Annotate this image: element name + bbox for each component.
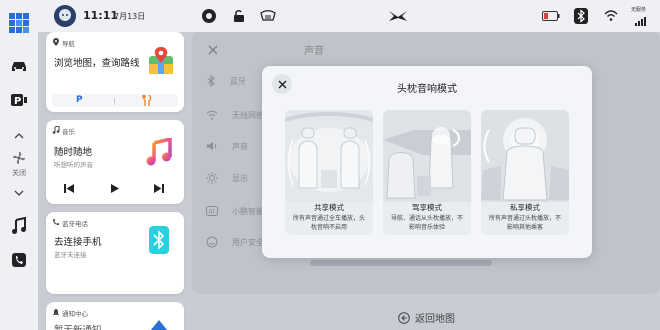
shared-mode-seats-image	[285, 110, 373, 202]
settings-row-label: 用户安全	[232, 237, 264, 247]
option-name: 私享模式	[510, 203, 540, 212]
notification-headline: 暂无新通知	[54, 322, 102, 330]
music-headline: 随时随地	[54, 147, 93, 158]
music-note-icon[interactable]	[9, 216, 29, 236]
option-description: 所有声音通过头枕播放，不影响其他乘客	[488, 215, 561, 231]
phone-icon[interactable]	[9, 250, 29, 270]
card-title: 导航	[62, 40, 75, 48]
settings-row-display[interactable]: 显示	[206, 171, 248, 185]
navigation-card[interactable]: 导航 浏览地图，查询路线 P	[46, 32, 184, 112]
settings-row-bluetooth[interactable]: 蓝牙	[206, 74, 246, 88]
card-title: 音乐	[62, 128, 75, 136]
clock-date: 7月13日	[114, 12, 146, 21]
settings-row-sound[interactable]: 声音	[206, 139, 248, 153]
next-track-icon[interactable]	[154, 184, 164, 193]
svg-text:AI: AI	[209, 209, 215, 216]
card-title: 蓝牙电话	[62, 220, 88, 228]
app-grid-icon[interactable]	[8, 12, 30, 34]
avatar[interactable]	[54, 5, 76, 27]
music-subtitle: 听想听的声音	[54, 161, 93, 169]
play-icon[interactable]	[110, 184, 119, 193]
driver-mode-seats-image	[383, 110, 471, 202]
card-title: 通知中心	[62, 310, 88, 318]
bell-icon	[53, 309, 59, 315]
option-description: 导航、通话从头枕播放，不影响音乐体验	[390, 215, 463, 231]
previous-track-icon[interactable]	[64, 184, 74, 193]
bluetooth-icon	[207, 75, 215, 87]
phone-subtitle: 蓝牙未连接	[54, 251, 87, 259]
ai-icon: AI	[206, 206, 218, 216]
parking-icon[interactable]: P	[9, 90, 29, 110]
speaker-icon	[207, 142, 217, 150]
location-pin-icon	[53, 38, 59, 46]
restaurant-icon[interactable]	[142, 95, 152, 106]
private-mode-option[interactable]: 私享模式 所有声音通过头枕播放，不影响其他乘客	[481, 110, 569, 235]
notification-app-icon	[150, 320, 168, 330]
settings-row-wifi[interactable]: 无线网络	[206, 108, 264, 122]
parking-button[interactable]: P	[76, 95, 83, 105]
panel-title: 声音	[304, 46, 324, 57]
phone-headline: 去连接手机	[54, 237, 102, 248]
fan-status-label: 关闭	[12, 169, 26, 177]
status-bar: 11:11 7月13日 无服务	[38, 0, 660, 32]
widget-column: 导航 浏览地图，查询路线 P 音乐 随时随地 听想听的声音 蓝牙电话 去连接手机…	[46, 32, 184, 330]
option-description: 所有声音通过全车播放，头枕音响不启用	[292, 215, 365, 231]
driver-status-icon[interactable]	[201, 8, 217, 24]
music-app-icon	[146, 138, 172, 166]
chevron-down-icon[interactable]	[9, 183, 29, 203]
svg-text:P: P	[14, 96, 21, 107]
dialog-title: 头枕音响模式	[397, 84, 457, 95]
music-note-small-icon	[52, 126, 60, 134]
option-name: 驾享模式	[412, 203, 442, 212]
settings-row-label: 蓝牙	[230, 76, 246, 86]
close-icon[interactable]	[206, 43, 220, 57]
back-arrow-icon	[398, 311, 410, 324]
defrost-icon[interactable]	[260, 8, 276, 24]
smile-icon	[206, 236, 218, 248]
map-app-icon	[149, 47, 173, 74]
brightness-icon	[206, 172, 218, 184]
settings-row-label: 声音	[232, 141, 248, 151]
settings-row-label: 小鹏智能	[232, 206, 264, 216]
option-name: 共享模式	[314, 203, 344, 212]
wifi-icon	[206, 110, 218, 120]
chevron-up-icon[interactable]	[9, 126, 29, 146]
music-card[interactable]: 音乐 随时随地 听想听的声音	[46, 120, 184, 204]
signal-icon	[633, 13, 649, 29]
phone-small-icon	[53, 219, 59, 225]
settings-row-ai[interactable]: AI 小鹏智能	[206, 204, 264, 218]
driver-mode-option[interactable]: 驾享模式 导航、通话从头枕播放，不影响音乐体验	[383, 110, 471, 235]
divider	[114, 98, 115, 105]
network-status-label: 无服务	[631, 7, 647, 13]
car-icon[interactable]	[9, 56, 29, 76]
brand-logo-icon	[387, 8, 409, 24]
fan-icon[interactable]	[9, 148, 29, 168]
bluetooth-app-icon	[149, 226, 169, 254]
back-to-map-label: 返回地图	[415, 314, 455, 325]
headrest-sound-dialog: 头枕音响模式 共享模式 所有声音通过全车播放，头枕音响不启用 驾享模式 导航、通…	[262, 66, 592, 258]
settings-row-label: 显示	[232, 173, 248, 183]
settings-row-label: 无线网络	[232, 110, 264, 120]
phone-card[interactable]: 蓝牙电话 去连接手机 蓝牙未连接	[46, 212, 184, 294]
clock-time: 11:11	[83, 9, 119, 22]
unlock-icon[interactable]	[231, 8, 247, 24]
navigation-prompt: 浏览地图，查询路线	[54, 58, 140, 69]
battery-low-icon	[541, 8, 561, 24]
left-rail: P 关闭	[0, 0, 38, 330]
volume-slider[interactable]	[310, 260, 492, 266]
back-to-map-button[interactable]: 返回地图	[398, 310, 455, 325]
settings-row-security[interactable]: 用户安全	[206, 235, 264, 249]
quick-actions-bar	[52, 94, 178, 107]
wifi-icon[interactable]	[603, 8, 619, 24]
shared-mode-option[interactable]: 共享模式 所有声音通过全车播放，头枕音响不启用	[285, 110, 373, 235]
bluetooth-icon[interactable]	[573, 8, 589, 24]
notification-card[interactable]: 通知中心 暂无新通知	[46, 302, 184, 330]
private-mode-seats-image	[481, 110, 569, 202]
